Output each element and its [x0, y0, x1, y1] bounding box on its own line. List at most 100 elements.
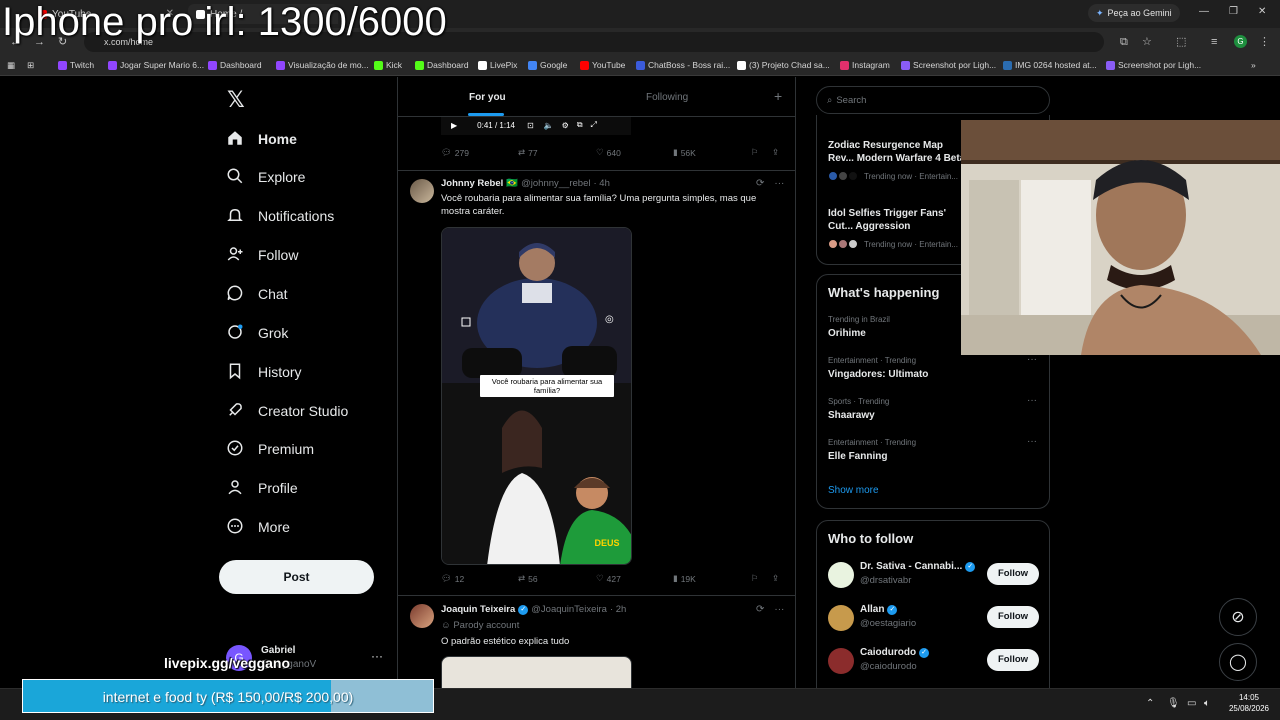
trend-name[interactable]: Elle Fanning — [828, 451, 887, 462]
sidebar-item-notifications[interactable]: Notifications — [226, 204, 334, 228]
search-input[interactable]: ⌕ Search — [816, 86, 1050, 114]
system-clock[interactable]: 14:05 25/08/2026 — [1222, 692, 1276, 714]
star-icon[interactable]: ☆ — [1142, 36, 1152, 48]
more-icon[interactable]: ··· — [774, 178, 784, 189]
trend-name[interactable]: Orihime — [828, 328, 866, 339]
sidebar-item-explore[interactable]: Explore — [226, 165, 305, 189]
avatar[interactable] — [828, 562, 854, 588]
reply-button[interactable]: 💬︎ 12 — [441, 573, 464, 584]
ask-gemini-button[interactable]: ✦ Peça ao Gemini — [1088, 4, 1180, 22]
tweet-image[interactable] — [441, 656, 632, 688]
microphone-icon[interactable]: 🎙︎ — [1167, 698, 1180, 709]
bookmark-item[interactable]: YouTube — [580, 60, 625, 70]
post-button[interactable]: Post — [219, 560, 374, 594]
bookmark-item[interactable]: Twitch — [58, 60, 94, 70]
author-handle[interactable]: @JoaquinTeixeira — [531, 604, 607, 615]
extensions-icon[interactable]: ⬚ — [1176, 36, 1186, 48]
fullscreen-icon[interactable]: ⤢ — [591, 120, 597, 130]
grok-icon[interactable]: ⟳ — [756, 604, 764, 615]
sidebar-item-grok[interactable]: Grok — [226, 321, 288, 345]
bookmark-item[interactable]: Dashboard — [415, 60, 469, 70]
author-handle[interactable]: @johnny__rebel — [521, 178, 590, 189]
close-window-icon[interactable]: ✕ — [1258, 6, 1266, 17]
repost-button[interactable]: ⇄ 77 — [518, 147, 538, 158]
add-tab-icon[interactable]: + — [774, 88, 782, 104]
tab-following[interactable]: Following — [646, 92, 688, 103]
bookmark-item[interactable]: Google — [528, 60, 567, 70]
bookmark-item[interactable]: Kick — [374, 60, 402, 70]
settings-icon[interactable]: ⚙ — [562, 121, 569, 130]
follow-suggestion-name[interactable]: Allan ✓ — [860, 604, 898, 615]
avatar[interactable] — [410, 179, 434, 203]
repost-button[interactable]: ⇄ 56 — [518, 573, 538, 584]
x-logo-icon[interactable]: 𝕏 — [227, 87, 245, 113]
tweet-time[interactable]: · 2h — [610, 604, 626, 615]
minimize-icon[interactable]: — — [1199, 6, 1209, 17]
tab-for-you[interactable]: For you — [469, 92, 506, 103]
sidebar-item-more[interactable]: More — [226, 515, 290, 539]
follow-button[interactable]: Follow — [987, 649, 1039, 671]
show-more-link[interactable]: Show more — [828, 485, 879, 496]
install-icon[interactable]: ⧉ — [1120, 36, 1128, 48]
bookmark-button[interactable]: ⚐ — [751, 573, 759, 584]
profile-avatar[interactable]: G — [1234, 35, 1247, 48]
restore-icon[interactable]: ❐ — [1229, 6, 1238, 17]
more-icon[interactable]: ··· — [1027, 436, 1037, 447]
sidebar-item-history[interactable]: History — [226, 360, 302, 384]
pip-icon[interactable]: ⧉ — [577, 120, 583, 130]
news-title[interactable]: Idol Selfies Trigger Fans' Cut... Aggres… — [828, 207, 968, 233]
views-button[interactable]: ▮ 19K — [673, 573, 696, 584]
sidebar-item-chat[interactable]: Chat — [226, 282, 288, 306]
author-name[interactable]: Joaquin Teixeira — [441, 604, 515, 615]
messages-float-button[interactable]: ◯ — [1219, 643, 1257, 681]
grok-icon[interactable]: ⟳ — [756, 178, 764, 189]
more-bookmarks-icon[interactable]: » — [1251, 60, 1256, 70]
like-button[interactable]: ♡ 640 — [596, 147, 621, 158]
bookmark-item[interactable]: ChatBoss - Boss rai... — [636, 60, 730, 70]
sidebar-item-premium[interactable]: Premium — [226, 437, 314, 461]
media-icon[interactable]: ≡ — [1211, 36, 1217, 48]
bookmark-button[interactable]: ⚐ — [751, 147, 759, 158]
avatar[interactable] — [828, 648, 854, 674]
avatar[interactable] — [410, 604, 434, 628]
grok-float-button[interactable]: ⊘ — [1219, 598, 1257, 636]
sidebar-item-creator-studio[interactable]: Creator Studio — [226, 399, 348, 423]
bookmark-item[interactable]: (3) Projeto Chad sa... — [737, 60, 830, 70]
more-icon[interactable]: ··· — [774, 604, 784, 615]
tweet-video[interactable]: DEUS Você roubaria para alimentar sua fa… — [441, 227, 632, 565]
apps-icon[interactable]: ▦ — [7, 60, 15, 71]
bookmark-item[interactable]: Screenshot por Ligh... — [1106, 60, 1201, 70]
sidebar-item-home[interactable]: Home — [226, 127, 297, 151]
grid-icon[interactable]: ⊞ — [27, 60, 34, 71]
bookmark-item[interactable]: Dashboard — [208, 60, 262, 70]
play-icon[interactable]: ▶ — [451, 121, 457, 130]
trend-name[interactable]: Vingadores: Ultimato — [828, 369, 928, 380]
more-icon[interactable]: ··· — [371, 649, 383, 663]
more-icon[interactable]: ··· — [1027, 354, 1037, 365]
follow-suggestion-name[interactable]: Caiodurodo ✓ — [860, 647, 930, 658]
follow-button[interactable]: Follow — [987, 606, 1039, 628]
share-button[interactable]: ⇪ — [772, 147, 779, 158]
follow-suggestion-name[interactable]: Dr. Sativa - Cannabi... ✓ — [860, 561, 976, 572]
volume-icon[interactable]: 🔈 — [544, 121, 554, 130]
like-button[interactable]: ♡ 427 — [596, 573, 621, 584]
menu-icon[interactable]: ⋮ — [1259, 36, 1270, 48]
news-title[interactable]: Zodiac Resurgence Map Rev... Modern Warf… — [828, 139, 968, 165]
bookmark-item[interactable]: LivePix — [478, 60, 517, 70]
follow-button[interactable]: Follow — [987, 563, 1039, 585]
avatar[interactable] — [828, 605, 854, 631]
trend-name[interactable]: Shaarawy — [828, 410, 875, 421]
bookmark-item[interactable]: Jogar Super Mario 6... — [108, 60, 204, 70]
bookmark-item[interactable]: IMG 0264 hosted at... — [1003, 60, 1097, 70]
captions-icon[interactable]: ⊡ — [527, 121, 534, 130]
views-button[interactable]: ▮ 56K — [673, 147, 696, 158]
chevron-up-icon[interactable]: ⌃ — [1146, 698, 1154, 709]
sidebar-item-follow[interactable]: Follow — [226, 243, 298, 267]
author-name[interactable]: Johnny Rebel — [441, 178, 503, 189]
more-icon[interactable]: ··· — [1027, 395, 1037, 406]
bookmark-item[interactable]: Screenshot por Ligh... — [901, 60, 996, 70]
volume-icon[interactable]: 🔈︎ — [1204, 698, 1210, 709]
reply-button[interactable]: 💬︎ 279 — [441, 147, 469, 158]
sidebar-item-profile[interactable]: Profile — [226, 476, 298, 500]
share-button[interactable]: ⇪ — [772, 573, 779, 584]
